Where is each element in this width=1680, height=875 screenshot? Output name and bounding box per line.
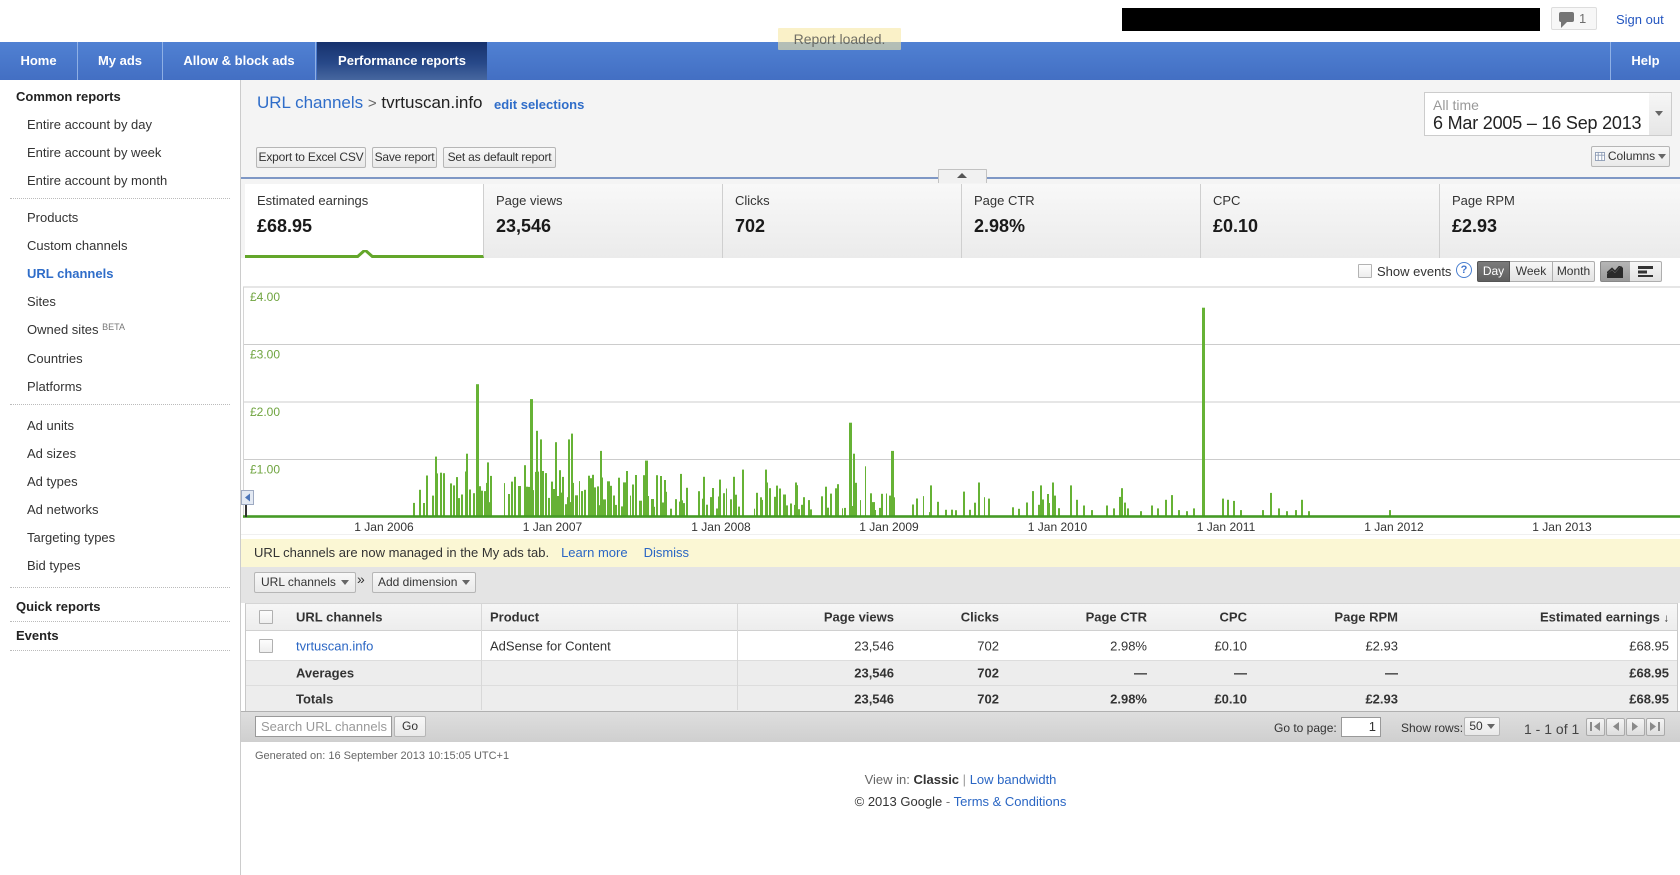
svg-text:£1.00: £1.00 <box>250 463 280 477</box>
svg-text:1 Jan 2006: 1 Jan 2006 <box>354 520 414 534</box>
svg-text:1 Jan 2010: 1 Jan 2010 <box>1028 520 1088 534</box>
svg-text:£4.00: £4.00 <box>250 290 280 304</box>
svg-text:1 Jan 2012: 1 Jan 2012 <box>1364 520 1424 534</box>
svg-text:1 Jan 2008: 1 Jan 2008 <box>691 520 751 534</box>
svg-text:1 Jan 2009: 1 Jan 2009 <box>859 520 919 534</box>
svg-text:£3.00: £3.00 <box>250 348 280 362</box>
svg-text:1 Jan 2011: 1 Jan 2011 <box>1197 520 1256 534</box>
svg-text:1 Jan 2013: 1 Jan 2013 <box>1532 520 1592 534</box>
svg-text:£2.00: £2.00 <box>250 405 280 419</box>
svg-text:1 Jan 2007: 1 Jan 2007 <box>523 520 583 534</box>
